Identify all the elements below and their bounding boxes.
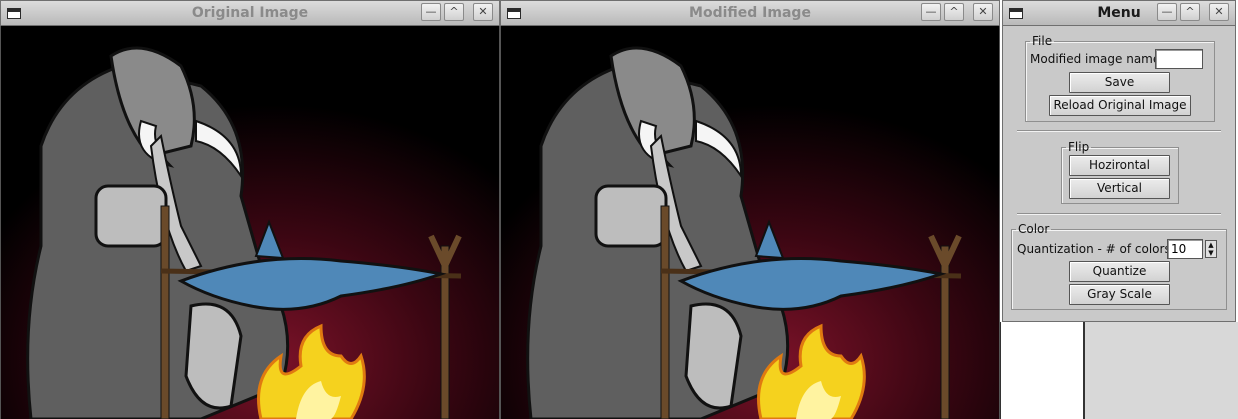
elephant-illustration xyxy=(501,26,999,419)
color-legend: Color xyxy=(1018,222,1050,236)
color-count-spinner[interactable]: ▲ ▼ xyxy=(1205,240,1217,258)
maximize-icon[interactable]: ^ xyxy=(1180,3,1200,21)
original-titlebar[interactable]: Original Image — ^ ✕ xyxy=(0,0,500,26)
maximize-icon[interactable]: ^ xyxy=(944,3,964,21)
flip-vertical-button[interactable]: Vertical xyxy=(1069,178,1170,199)
image-name-label: Modified image name: xyxy=(1030,52,1165,66)
spin-up-icon[interactable]: ▲ xyxy=(1206,241,1216,249)
file-legend: File xyxy=(1032,34,1053,48)
quantization-label: Quantization - # of colors: xyxy=(1017,242,1175,256)
section-divider xyxy=(1017,130,1221,132)
save-button[interactable]: Save xyxy=(1069,72,1170,93)
spin-down-icon[interactable]: ▼ xyxy=(1206,249,1216,257)
modified-titlebar[interactable]: Modified Image — ^ ✕ xyxy=(500,0,1000,26)
menu-titlebar[interactable]: Menu — ^ ✕ xyxy=(1002,0,1236,26)
close-icon[interactable]: ✕ xyxy=(1209,3,1229,21)
menu-window: Menu — ^ ✕ File Modified image name: Sav… xyxy=(1002,0,1236,322)
original-image-window: Original Image — ^ ✕ xyxy=(0,0,500,419)
minimize-icon[interactable]: — xyxy=(1157,3,1177,21)
minimize-icon[interactable]: — xyxy=(421,3,441,21)
close-icon[interactable]: ✕ xyxy=(473,3,493,21)
menu-panel: File Modified image name: Save Reload Or… xyxy=(1002,26,1236,322)
flip-horizontal-button[interactable]: Hozirontal xyxy=(1069,155,1170,176)
color-count-input[interactable] xyxy=(1167,239,1203,259)
desktop-background-window xyxy=(1000,322,1085,419)
original-image-canvas xyxy=(0,26,500,419)
close-icon[interactable]: ✕ xyxy=(973,3,993,21)
elephant-illustration xyxy=(1,26,499,419)
maximize-icon[interactable]: ^ xyxy=(444,3,464,21)
minimize-icon[interactable]: — xyxy=(921,3,941,21)
section-divider xyxy=(1017,213,1221,215)
quantize-button[interactable]: Quantize xyxy=(1069,261,1170,282)
modified-image-canvas xyxy=(500,26,1000,419)
image-name-input[interactable] xyxy=(1155,49,1203,69)
window-title: Menu xyxy=(1097,5,1141,21)
gray-scale-button[interactable]: Gray Scale xyxy=(1069,284,1170,305)
reload-original-button[interactable]: Reload Original Image xyxy=(1049,95,1191,116)
flip-legend: Flip xyxy=(1068,140,1090,154)
desktop-background xyxy=(1085,322,1238,419)
modified-image-window: Modified Image — ^ ✕ xyxy=(500,0,1000,419)
